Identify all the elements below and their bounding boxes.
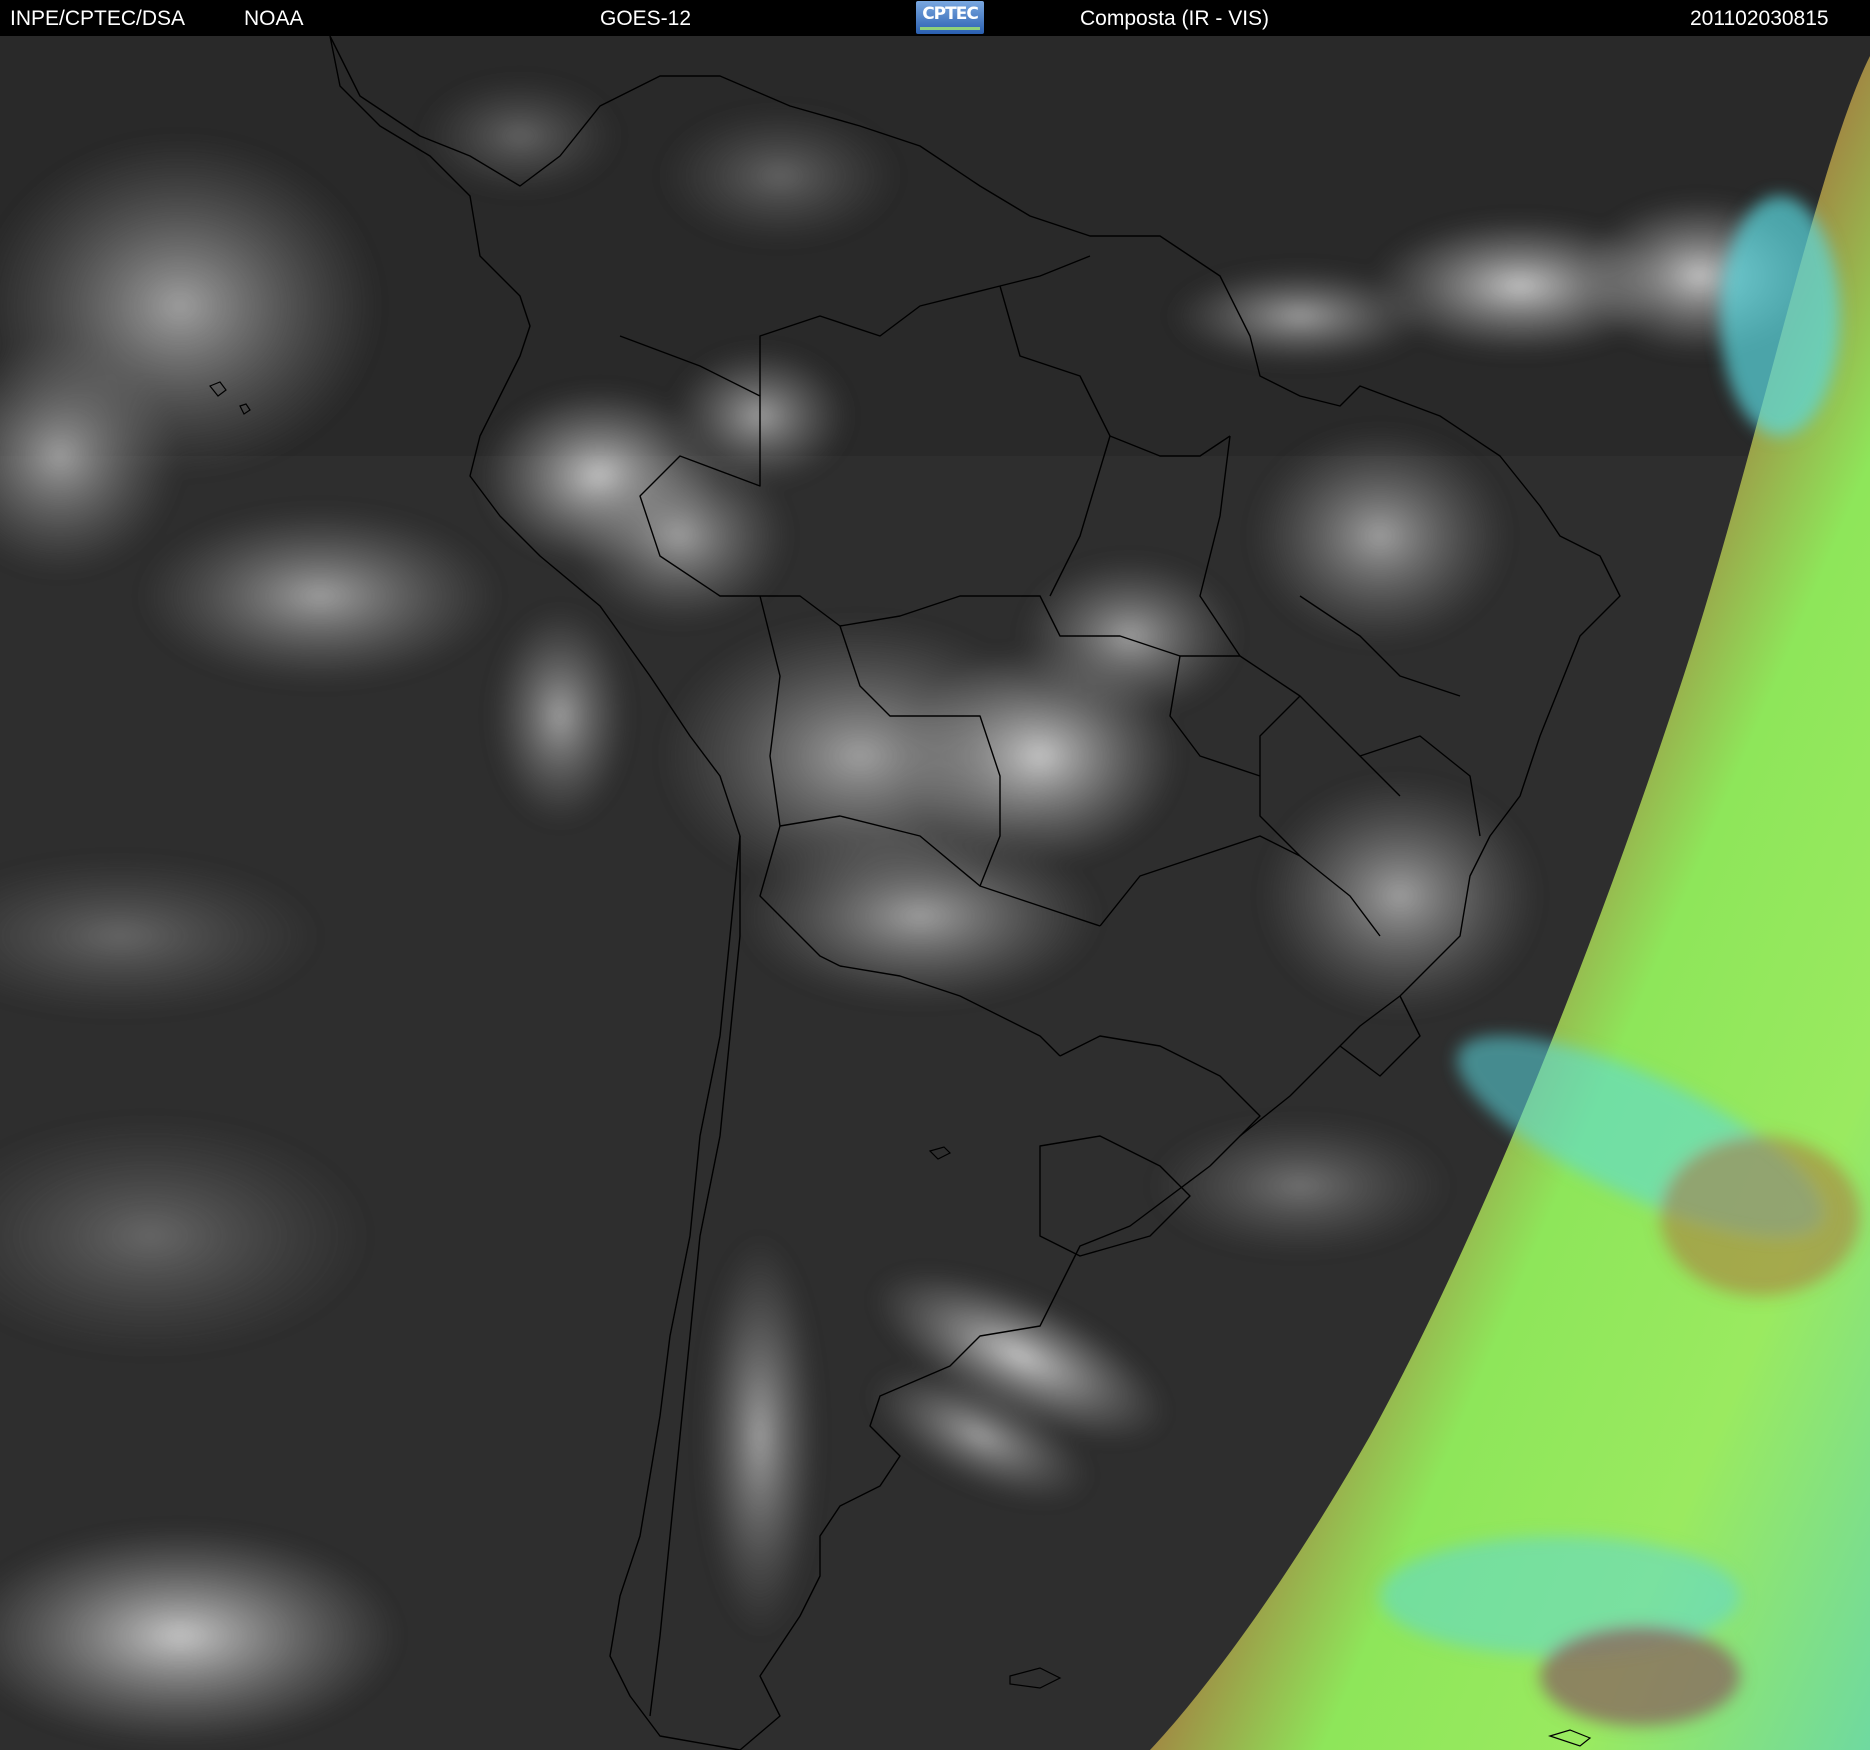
agency-label: INPE/CPTEC/DSA — [10, 7, 186, 30]
timestamp-label: 201102030815 — [1690, 7, 1829, 30]
product-label: Composta (IR - VIS) — [1080, 7, 1270, 30]
partner-label: NOAA — [244, 7, 304, 30]
satellite-composite-image — [0, 36, 1870, 1750]
image-header-bar: INPE/CPTEC/DSA NOAA GOES-12 CPTEC Compos… — [0, 0, 1870, 36]
cptec-logo-text: CPTEC — [922, 4, 979, 24]
cptec-logo: CPTEC — [916, 1, 984, 34]
satellite-label: GOES-12 — [600, 7, 692, 30]
